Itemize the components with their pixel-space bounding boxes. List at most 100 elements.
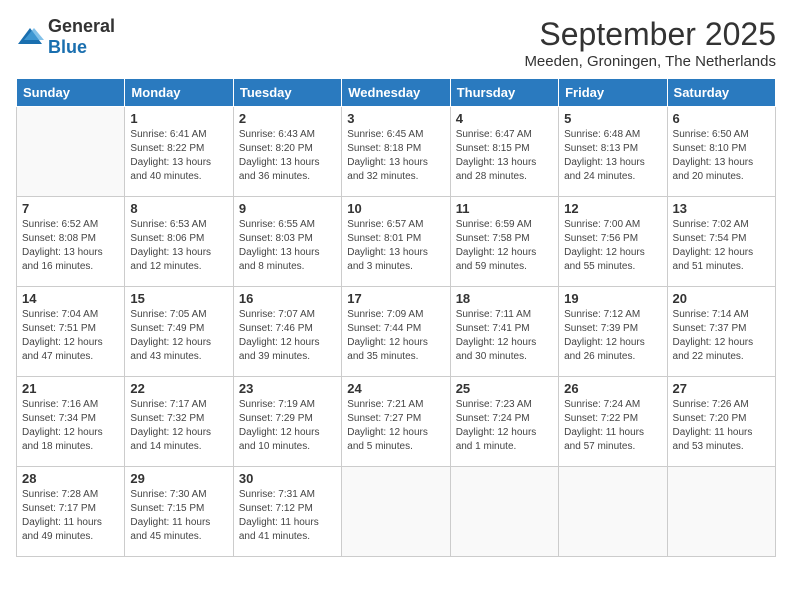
calendar-cell: 19 Sunrise: 7:12 AM Sunset: 7:39 PM Dayli… — [559, 287, 667, 377]
day-number: 10 — [347, 201, 444, 216]
calendar-cell: 30 Sunrise: 7:31 AM Sunset: 7:12 PM Dayli… — [233, 467, 341, 557]
calendar-cell: 2 Sunrise: 6:43 AM Sunset: 8:20 PM Daylig… — [233, 107, 341, 197]
day-number: 19 — [564, 291, 661, 306]
day-info: Sunrise: 7:14 AM Sunset: 7:37 PM Dayligh… — [673, 308, 770, 364]
day-number: 17 — [347, 291, 444, 306]
calendar-cell — [342, 467, 450, 557]
calendar-cell — [450, 467, 558, 557]
calendar-cell: 6Sunrise: 6:50 AM Sunset: 8:10 PM Daylig… — [667, 107, 775, 197]
day-number: 14 — [22, 291, 119, 306]
day-info: Sunrise: 7:02 AM Sunset: 7:54 PM Dayligh… — [673, 218, 770, 274]
day-number: 4 — [456, 111, 553, 126]
calendar-cell — [667, 467, 775, 557]
header-saturday: Saturday — [667, 79, 775, 107]
calendar-header-row: SundayMondayTuesdayWednesdayThursdayFrid… — [17, 79, 776, 107]
header-sunday: Sunday — [17, 79, 125, 107]
day-number: 18 — [456, 291, 553, 306]
day-number: 11 — [456, 201, 553, 216]
day-number: 1 — [130, 111, 227, 126]
day-number: 9 — [239, 201, 336, 216]
day-number: 12 — [564, 201, 661, 216]
day-number: 3 — [347, 111, 444, 126]
calendar-cell: 28Sunrise: 7:28 AM Sunset: 7:17 PM Dayli… — [17, 467, 125, 557]
day-info: Sunrise: 6:41 AM Sunset: 8:22 PM Dayligh… — [130, 128, 227, 184]
calendar-cell — [559, 467, 667, 557]
day-info: Sunrise: 6:50 AM Sunset: 8:10 PM Dayligh… — [673, 128, 770, 184]
day-info: Sunrise: 7:00 AM Sunset: 7:56 PM Dayligh… — [564, 218, 661, 274]
calendar-cell: 18 Sunrise: 7:11 AM Sunset: 7:41 PM Dayli… — [450, 287, 558, 377]
day-number: 5 — [564, 111, 661, 126]
day-info: Sunrise: 7:30 AM Sunset: 7:15 PM Dayligh… — [130, 488, 227, 544]
day-info: Sunrise: 7:31 AM Sunset: 7:12 PM Dayligh… — [239, 488, 336, 544]
day-info: Sunrise: 7:07 AM Sunset: 7:46 PM Dayligh… — [239, 308, 336, 364]
calendar-cell: 26 Sunrise: 7:24 AM Sunset: 7:22 PM Dayli… — [559, 377, 667, 467]
calendar-cell: 17 Sunrise: 7:09 AM Sunset: 7:44 PM Dayli… — [342, 287, 450, 377]
day-info: Sunrise: 6:43 AM Sunset: 8:20 PM Dayligh… — [239, 128, 336, 184]
day-info: Sunrise: 7:04 AM Sunset: 7:51 PM Dayligh… — [22, 308, 119, 364]
page-header: General Blue September 2025 Meeden, Gron… — [16, 16, 776, 70]
day-info: Sunrise: 7:17 AM Sunset: 7:32 PM Dayligh… — [130, 398, 227, 454]
day-info: Sunrise: 6:57 AM Sunset: 8:01 PM Dayligh… — [347, 218, 444, 274]
day-info: Sunrise: 6:52 AM Sunset: 8:08 PM Dayligh… — [22, 218, 119, 274]
calendar-cell: 7 Sunrise: 6:52 AM Sunset: 8:08 PM Daylig… — [17, 197, 125, 287]
header-monday: Monday — [125, 79, 233, 107]
calendar-cell: 8Sunrise: 6:53 AM Sunset: 8:06 PM Daylig… — [125, 197, 233, 287]
calendar-table: SundayMondayTuesdayWednesdayThursdayFrid… — [16, 78, 776, 557]
day-number: 23 — [239, 381, 336, 396]
calendar-week-2: 7 Sunrise: 6:52 AM Sunset: 8:08 PM Daylig… — [17, 197, 776, 287]
calendar-cell: 13 Sunrise: 7:02 AM Sunset: 7:54 PM Dayli… — [667, 197, 775, 287]
day-info: Sunrise: 7:24 AM Sunset: 7:22 PM Dayligh… — [564, 398, 661, 454]
calendar-cell: 20 Sunrise: 7:14 AM Sunset: 7:37 PM Dayli… — [667, 287, 775, 377]
calendar-cell: 22 Sunrise: 7:17 AM Sunset: 7:32 PM Dayli… — [125, 377, 233, 467]
calendar-cell: 11 Sunrise: 6:59 AM Sunset: 7:58 PM Dayli… — [450, 197, 558, 287]
location: Meeden, Groningen, The Netherlands — [524, 53, 776, 70]
day-number: 2 — [239, 111, 336, 126]
logo-general: General — [48, 16, 115, 36]
calendar-cell: 14 Sunrise: 7:04 AM Sunset: 7:51 PM Dayli… — [17, 287, 125, 377]
day-info: Sunrise: 6:59 AM Sunset: 7:58 PM Dayligh… — [456, 218, 553, 274]
day-info: Sunrise: 7:09 AM Sunset: 7:44 PM Dayligh… — [347, 308, 444, 364]
calendar-cell: 1 Sunrise: 6:41 AM Sunset: 8:22 PM Daylig… — [125, 107, 233, 197]
day-number: 26 — [564, 381, 661, 396]
calendar-cell: 23 Sunrise: 7:19 AM Sunset: 7:29 PM Dayli… — [233, 377, 341, 467]
day-number: 15 — [130, 291, 227, 306]
calendar-cell: 12 Sunrise: 7:00 AM Sunset: 7:56 PM Dayli… — [559, 197, 667, 287]
logo-blue: Blue — [48, 37, 87, 57]
day-number: 7 — [22, 201, 119, 216]
day-number: 24 — [347, 381, 444, 396]
day-number: 13 — [673, 201, 770, 216]
day-number: 20 — [673, 291, 770, 306]
day-info: Sunrise: 7:16 AM Sunset: 7:34 PM Dayligh… — [22, 398, 119, 454]
day-info: Sunrise: 7:05 AM Sunset: 7:49 PM Dayligh… — [130, 308, 227, 364]
logo-text: General Blue — [48, 16, 115, 58]
header-tuesday: Tuesday — [233, 79, 341, 107]
day-info: Sunrise: 6:45 AM Sunset: 8:18 PM Dayligh… — [347, 128, 444, 184]
calendar-cell: 27Sunrise: 7:26 AM Sunset: 7:20 PM Dayli… — [667, 377, 775, 467]
calendar-cell: 3 Sunrise: 6:45 AM Sunset: 8:18 PM Daylig… — [342, 107, 450, 197]
day-number: 8 — [130, 201, 227, 216]
logo: General Blue — [16, 16, 115, 58]
calendar-week-4: 21 Sunrise: 7:16 AM Sunset: 7:34 PM Dayli… — [17, 377, 776, 467]
calendar-cell: 24 Sunrise: 7:21 AM Sunset: 7:27 PM Dayli… — [342, 377, 450, 467]
day-info: Sunrise: 7:12 AM Sunset: 7:39 PM Dayligh… — [564, 308, 661, 364]
day-info: Sunrise: 6:48 AM Sunset: 8:13 PM Dayligh… — [564, 128, 661, 184]
day-number: 21 — [22, 381, 119, 396]
calendar-week-1: 1 Sunrise: 6:41 AM Sunset: 8:22 PM Daylig… — [17, 107, 776, 197]
day-info: Sunrise: 7:21 AM Sunset: 7:27 PM Dayligh… — [347, 398, 444, 454]
header-thursday: Thursday — [450, 79, 558, 107]
month-year: September 2025 — [524, 16, 776, 53]
day-info: Sunrise: 7:19 AM Sunset: 7:29 PM Dayligh… — [239, 398, 336, 454]
day-info: Sunrise: 6:47 AM Sunset: 8:15 PM Dayligh… — [456, 128, 553, 184]
calendar-cell: 25Sunrise: 7:23 AM Sunset: 7:24 PM Dayli… — [450, 377, 558, 467]
calendar-cell: 16 Sunrise: 7:07 AM Sunset: 7:46 PM Dayli… — [233, 287, 341, 377]
day-info: Sunrise: 7:28 AM Sunset: 7:17 PM Dayligh… — [22, 488, 119, 544]
day-number: 22 — [130, 381, 227, 396]
calendar-cell: 29Sunrise: 7:30 AM Sunset: 7:15 PM Dayli… — [125, 467, 233, 557]
day-info: Sunrise: 7:11 AM Sunset: 7:41 PM Dayligh… — [456, 308, 553, 364]
calendar-week-5: 28Sunrise: 7:28 AM Sunset: 7:17 PM Dayli… — [17, 467, 776, 557]
day-number: 30 — [239, 471, 336, 486]
calendar-cell: 10 Sunrise: 6:57 AM Sunset: 8:01 PM Dayli… — [342, 197, 450, 287]
day-info: Sunrise: 7:26 AM Sunset: 7:20 PM Dayligh… — [673, 398, 770, 454]
day-number: 16 — [239, 291, 336, 306]
day-info: Sunrise: 7:23 AM Sunset: 7:24 PM Dayligh… — [456, 398, 553, 454]
